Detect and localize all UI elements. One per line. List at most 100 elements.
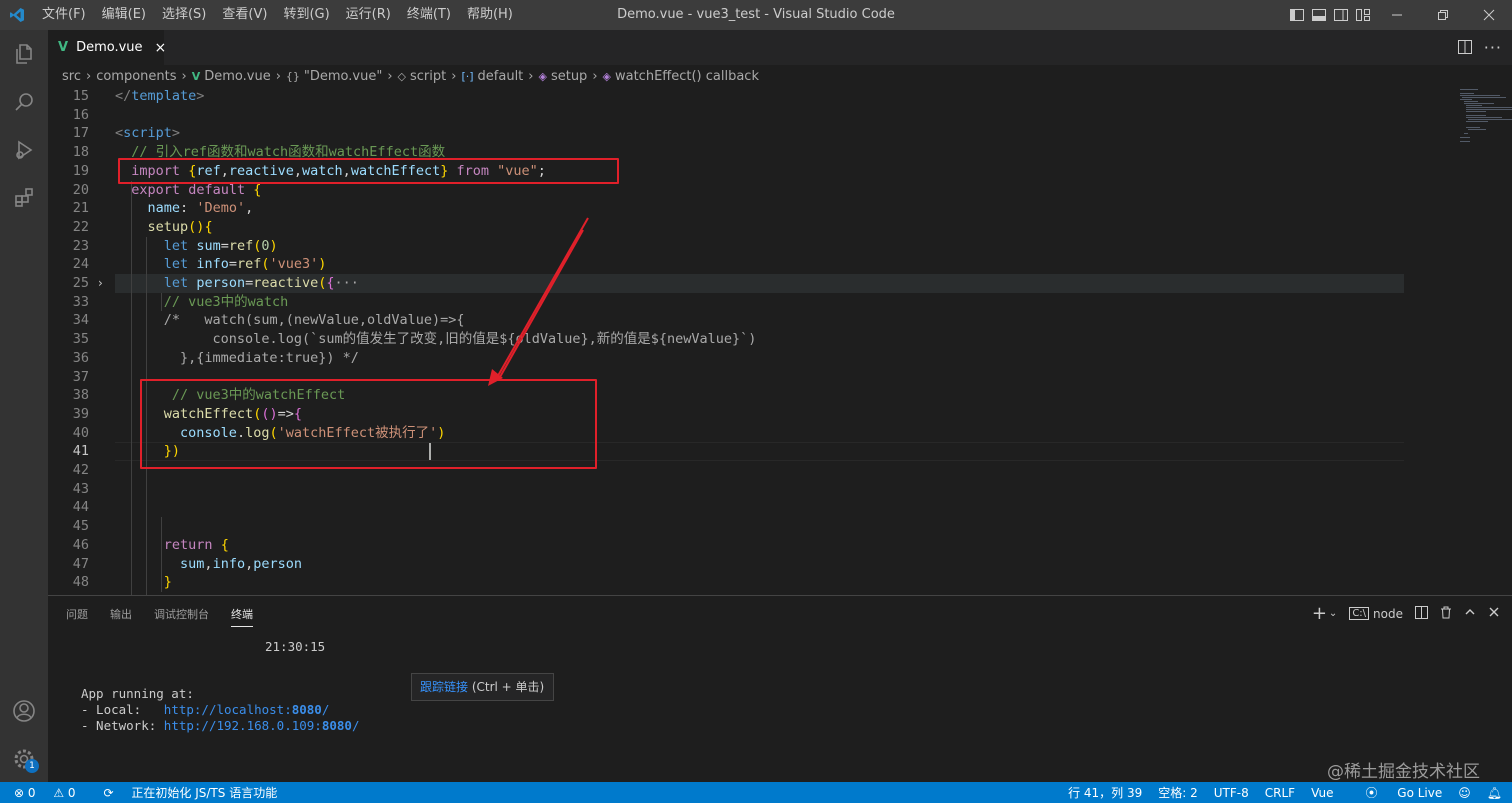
explorer-icon[interactable] bbox=[0, 30, 48, 78]
vscode-logo-icon bbox=[0, 0, 34, 30]
close-panel-icon[interactable] bbox=[1488, 606, 1500, 621]
split-editor-icon[interactable] bbox=[1458, 39, 1472, 58]
end-of-line[interactable]: CRLF bbox=[1265, 786, 1295, 800]
tab-problems[interactable]: 问题 bbox=[66, 606, 88, 627]
chevron-right-icon: › bbox=[528, 68, 534, 84]
follow-link[interactable]: 跟踪链接 bbox=[420, 680, 468, 694]
terminal-network-url[interactable]: http://192.168.0.109:8080/ bbox=[164, 718, 360, 733]
notifications-icon[interactable]: 🔔︎ bbox=[1487, 786, 1502, 800]
breadcrumb-module[interactable]: "Demo.vue" bbox=[304, 69, 382, 84]
accounts-icon[interactable] bbox=[0, 687, 48, 735]
customize-layout-icon[interactable] bbox=[1352, 0, 1374, 30]
vue-file-icon: V bbox=[191, 69, 201, 83]
menu-view[interactable]: 查看(V) bbox=[214, 0, 275, 30]
extensions-icon[interactable] bbox=[0, 174, 48, 222]
cursor-position[interactable]: 行 41，列 39 bbox=[1068, 784, 1142, 801]
chevron-right-icon: › bbox=[592, 68, 598, 84]
tab-debug-console[interactable]: 调试控制台 bbox=[154, 606, 209, 627]
menu-run[interactable]: 运行(R) bbox=[338, 0, 399, 30]
menu-edit[interactable]: 编辑(E) bbox=[94, 0, 154, 30]
url-suffix: / bbox=[321, 702, 330, 717]
maximize-panel-icon[interactable] bbox=[1464, 606, 1476, 621]
terminal-time: 21:30:15 bbox=[265, 639, 326, 654]
symbol-method-icon: ◈ bbox=[602, 69, 611, 83]
feedback-icon[interactable]: ☺ bbox=[1458, 786, 1471, 800]
terminal-local-url[interactable]: http://localhost:8080/ bbox=[164, 702, 330, 717]
toggle-sidebar-icon[interactable] bbox=[1286, 0, 1308, 30]
url-port: 8080 bbox=[291, 702, 322, 717]
breadcrumb-setup[interactable]: setup bbox=[551, 69, 587, 84]
menu-bar: 文件(F) 编辑(E) 选择(S) 查看(V) 转到(G) 运行(R) 终端(T… bbox=[34, 0, 521, 30]
more-actions-icon[interactable]: ··· bbox=[1484, 38, 1502, 57]
annotation-arrow bbox=[488, 217, 589, 386]
tooltip-hint: (Ctrl + 单击) bbox=[468, 680, 545, 694]
manage-gear-icon[interactable] bbox=[0, 735, 48, 783]
terminal-network-label: - Network: bbox=[81, 718, 164, 733]
panel-toolbar: + ⌄ C:\ node bbox=[1300, 603, 1500, 624]
chevron-right-icon: › bbox=[275, 68, 281, 84]
breadcrumb-src[interactable]: src bbox=[62, 69, 81, 84]
window-controls bbox=[1286, 0, 1512, 30]
tab-label: Demo.vue bbox=[76, 40, 143, 55]
breadcrumb: src › components › V Demo.vue › {} "Demo.vue"… bbox=[48, 65, 1512, 87]
tab-terminal[interactable]: 终端 bbox=[231, 606, 253, 627]
update-badge: 1 bbox=[25, 759, 39, 773]
chevron-right-icon: › bbox=[85, 68, 92, 84]
chevron-right-icon: › bbox=[181, 68, 187, 84]
run-debug-icon[interactable] bbox=[0, 126, 48, 174]
menu-terminal[interactable]: 终端(T) bbox=[399, 0, 459, 30]
editor-tabs: V Demo.vue × ··· bbox=[48, 30, 1512, 65]
close-window-icon[interactable] bbox=[1466, 0, 1512, 30]
status-bar: ⊗ 0 ⚠ 0 ⟳ 正在初始化 JS/TS 语言功能 行 41，列 39 空格:… bbox=[0, 782, 1512, 803]
code-editor[interactable]: 15 </template> 16 17 <script> 18 // 引入ref函数和w… bbox=[48, 87, 1512, 595]
menu-go[interactable]: 转到(G) bbox=[275, 0, 337, 30]
terminal-shell-icon: C:\ bbox=[1349, 607, 1370, 620]
menu-selection[interactable]: 选择(S) bbox=[154, 0, 214, 30]
progress-status[interactable]: ⟳ 正在初始化 JS/TS 语言功能 bbox=[104, 784, 292, 801]
trash-icon[interactable] bbox=[1440, 606, 1452, 622]
search-icon[interactable] bbox=[0, 78, 48, 126]
close-tab-icon[interactable]: × bbox=[155, 40, 167, 56]
braces-icon: {} bbox=[285, 69, 300, 83]
encoding[interactable]: UTF-8 bbox=[1214, 786, 1249, 800]
breadcrumb-default[interactable]: default bbox=[478, 69, 524, 84]
chevron-right-icon: › bbox=[387, 68, 393, 84]
breadcrumb-script[interactable]: script bbox=[410, 69, 446, 84]
symbol-variable-icon: [·] bbox=[461, 69, 474, 83]
url-port: 8080 bbox=[321, 718, 352, 733]
restore-icon[interactable] bbox=[1420, 0, 1466, 30]
minimize-icon[interactable] bbox=[1374, 0, 1420, 30]
broadcast-icon: ⦿ bbox=[1365, 786, 1382, 800]
bottom-panel: 问题 输出 调试控制台 终端 + ⌄ C:\ node 21:30:15 App… bbox=[48, 595, 1512, 782]
sync-icon: ⟳ bbox=[103, 786, 118, 800]
watermark: @稀土掘金技术社区 bbox=[1327, 762, 1480, 782]
tab-output[interactable]: 输出 bbox=[110, 606, 132, 627]
error-count: 0 bbox=[27, 785, 36, 800]
language-mode[interactable]: Vue bbox=[1311, 786, 1333, 800]
new-terminal-icon[interactable]: + bbox=[1312, 603, 1327, 624]
breadcrumb-callback[interactable]: watchEffect() callback bbox=[615, 69, 759, 84]
terminal-local-label: - Local: bbox=[81, 702, 164, 717]
symbol-method-icon: ◈ bbox=[538, 69, 547, 83]
panel-tabs: 问题 输出 调试控制台 终端 bbox=[66, 606, 275, 627]
problems-status[interactable]: ⊗ 0 ⚠ 0 bbox=[14, 786, 90, 800]
menu-file[interactable]: 文件(F) bbox=[34, 0, 94, 30]
terminal-local-line: - Local: http://localhost:8080/ bbox=[81, 702, 329, 717]
toggle-panel-icon[interactable] bbox=[1308, 0, 1330, 30]
chevron-right-icon: › bbox=[451, 68, 457, 84]
tab-demo-vue[interactable]: V Demo.vue × bbox=[48, 30, 167, 65]
progress-text: 正在初始化 JS/TS 语言功能 bbox=[131, 786, 278, 800]
chevron-down-icon[interactable]: ⌄ bbox=[1329, 608, 1337, 619]
breadcrumb-file[interactable]: Demo.vue bbox=[204, 69, 270, 84]
toggle-secondary-sidebar-icon[interactable] bbox=[1330, 0, 1352, 30]
title-bar: 文件(F) 编辑(E) 选择(S) 查看(V) 转到(G) 运行(R) 终端(T… bbox=[0, 0, 1512, 30]
link-tooltip: 跟踪链接 (Ctrl + 单击) bbox=[411, 673, 554, 701]
shell-name[interactable]: node bbox=[1373, 607, 1403, 621]
symbol-icon: ◇ bbox=[397, 69, 406, 83]
menu-help[interactable]: 帮助(H) bbox=[459, 0, 521, 30]
split-terminal-icon[interactable] bbox=[1415, 605, 1428, 622]
terminal-network-line: - Network: http://192.168.0.109:8080/ bbox=[81, 718, 359, 733]
breadcrumb-components[interactable]: components bbox=[96, 69, 176, 84]
indentation[interactable]: 空格: 2 bbox=[1158, 784, 1198, 801]
go-live-button[interactable]: ⦿ Go Live bbox=[1349, 784, 1442, 801]
